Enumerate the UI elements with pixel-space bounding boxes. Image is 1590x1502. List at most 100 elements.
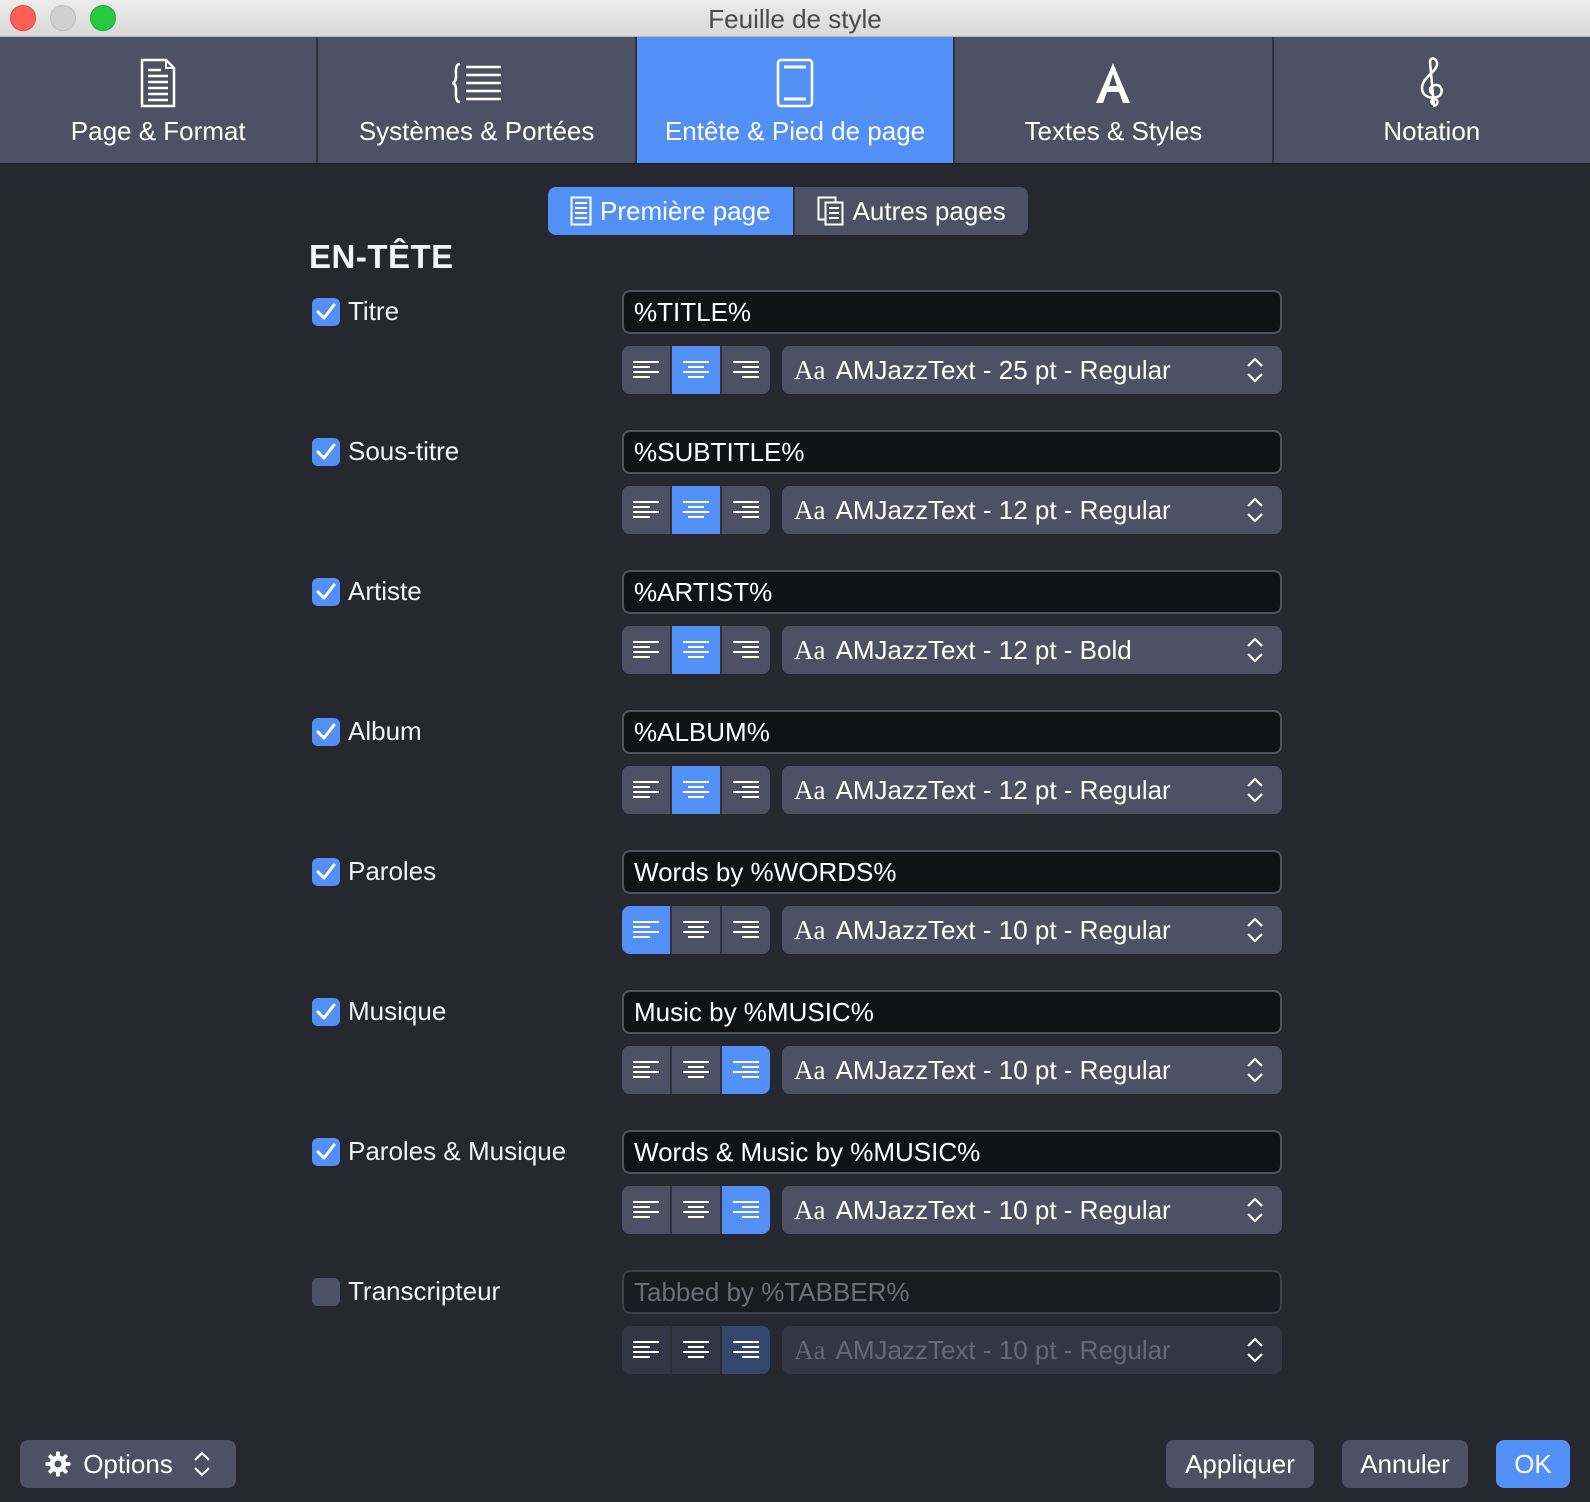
other-pages-label: Autres pages	[852, 195, 1006, 226]
align-left-icon	[633, 501, 659, 518]
checkmark-icon	[316, 723, 336, 740]
row-checkbox[interactable]	[312, 858, 340, 886]
page-selector: Première page Autres pages	[548, 187, 1028, 235]
align-left-button[interactable]	[622, 486, 670, 534]
updown-chevron-icon	[1247, 1197, 1263, 1223]
cancel-button[interactable]: Annuler	[1342, 1440, 1468, 1488]
row-checkbox[interactable]	[312, 298, 340, 326]
font-name: AMJazzText - 25 pt - Regular	[835, 354, 1171, 385]
ok-button[interactable]: OK	[1496, 1440, 1570, 1488]
row-label: Transcripteur	[348, 1276, 501, 1306]
align-right-button[interactable]	[720, 766, 770, 814]
apply-button[interactable]: Appliquer	[1166, 1440, 1314, 1488]
row-text-field[interactable]: %SUBTITLE%	[622, 430, 1282, 474]
align-left-icon	[633, 361, 659, 378]
align-right-button[interactable]	[720, 626, 770, 674]
align-center-button[interactable]	[670, 906, 720, 954]
align-center-button[interactable]	[670, 1046, 720, 1094]
updown-chevron-icon	[194, 1451, 210, 1477]
font-style-select[interactable]: Aa AMJazzText - 10 pt - Regular	[782, 1186, 1282, 1234]
tab-label: Entête & Pied de page	[664, 116, 926, 146]
tab-textes-styles[interactable]: Textes & Styles	[955, 37, 1274, 163]
updown-chevron-icon	[1247, 1057, 1263, 1083]
row-text-field[interactable]: %ARTIST%	[622, 570, 1282, 614]
font-style-select[interactable]: Aa AMJazzText - 12 pt - Bold	[782, 626, 1282, 674]
options-menu-button[interactable]: Options	[20, 1440, 236, 1488]
align-center-button[interactable]	[670, 486, 720, 534]
header-footer-icon	[637, 57, 953, 109]
row-text-field[interactable]: %ALBUM%	[622, 710, 1282, 754]
font-aa-label: Aa	[794, 634, 826, 665]
align-left-icon	[633, 641, 659, 658]
alignment-selector	[622, 486, 770, 534]
row-checkbox[interactable]	[312, 1138, 340, 1166]
align-left-button[interactable]	[622, 766, 670, 814]
align-right-icon	[733, 641, 759, 658]
align-left-icon	[633, 781, 659, 798]
font-style-select[interactable]: Aa AMJazzText - 10 pt - Regular	[782, 1046, 1282, 1094]
font-name: AMJazzText - 12 pt - Regular	[835, 774, 1171, 805]
font-style-select[interactable]: Aa AMJazzText - 12 pt - Regular	[782, 766, 1282, 814]
align-right-button[interactable]	[720, 1326, 770, 1374]
settings-tab-bar: Page & Format Systèmes & Portées Entête …	[0, 37, 1590, 164]
font-style-select[interactable]: Aa AMJazzText - 12 pt - Regular	[782, 486, 1282, 534]
gear-icon	[45, 1451, 71, 1477]
align-center-button[interactable]	[670, 766, 720, 814]
list-brace-icon	[318, 57, 634, 109]
font-aa-label: Aa	[794, 354, 826, 385]
alignment-selector	[622, 1046, 770, 1094]
first-page-button[interactable]: Première page	[548, 187, 793, 235]
align-center-icon	[683, 641, 709, 658]
row-text-field[interactable]: Music by %MUSIC%	[622, 990, 1282, 1034]
tab-entete-pied-de-page[interactable]: Entête & Pied de page	[636, 37, 956, 163]
header-row: Paroles Words by %WORDS% Aa AMJazzText -…	[0, 850, 1590, 976]
align-center-icon	[683, 1061, 709, 1078]
row-text-field[interactable]: Tabbed by %TABBER%	[622, 1270, 1282, 1314]
align-center-button[interactable]	[670, 1186, 720, 1234]
align-right-icon	[733, 1341, 759, 1358]
tab-systemes-portees[interactable]: Systèmes & Portées	[318, 37, 637, 163]
align-center-button[interactable]	[670, 626, 720, 674]
font-style-select[interactable]: Aa AMJazzText - 10 pt - Regular	[782, 906, 1282, 954]
align-left-button[interactable]	[622, 906, 670, 954]
align-right-button[interactable]	[720, 346, 770, 394]
row-checkbox[interactable]	[312, 718, 340, 746]
row-label: Musique	[348, 996, 447, 1026]
align-right-button[interactable]	[720, 1186, 770, 1234]
align-left-button[interactable]	[622, 1326, 670, 1374]
other-pages-button[interactable]: Autres pages	[792, 187, 1028, 235]
align-left-icon	[633, 921, 659, 938]
row-text-field[interactable]: Words by %WORDS%	[622, 850, 1282, 894]
align-left-icon	[633, 1061, 659, 1078]
align-left-button[interactable]	[622, 1186, 670, 1234]
font-aa-label: Aa	[794, 1054, 826, 1085]
title-bar: Feuille de style	[0, 0, 1590, 37]
align-left-button[interactable]	[622, 346, 670, 394]
align-right-button[interactable]	[720, 906, 770, 954]
row-text-field[interactable]: Words & Music by %MUSIC%	[622, 1130, 1282, 1174]
align-right-icon	[733, 361, 759, 378]
font-style-select[interactable]: Aa AMJazzText - 25 pt - Regular	[782, 346, 1282, 394]
row-checkbox[interactable]	[312, 578, 340, 606]
align-center-button[interactable]	[670, 346, 720, 394]
align-right-button[interactable]	[720, 1046, 770, 1094]
row-label: Paroles & Musique	[348, 1136, 567, 1166]
align-right-icon	[733, 501, 759, 518]
align-left-button[interactable]	[622, 1046, 670, 1094]
alignment-selector	[622, 626, 770, 674]
align-center-icon	[683, 361, 709, 378]
font-aa-label: Aa	[794, 1334, 826, 1365]
font-name: AMJazzText - 10 pt - Regular	[835, 914, 1171, 945]
row-checkbox[interactable]	[312, 998, 340, 1026]
row-text-field[interactable]: %TITLE%	[622, 290, 1282, 334]
tab-page-format[interactable]: Page & Format	[0, 37, 319, 163]
font-style-select[interactable]: Aa AMJazzText - 10 pt - Regular	[782, 1326, 1282, 1374]
align-left-icon	[633, 1201, 659, 1218]
align-right-button[interactable]	[720, 486, 770, 534]
row-checkbox[interactable]	[312, 1278, 340, 1306]
alignment-selector	[622, 906, 770, 954]
align-left-button[interactable]	[622, 626, 670, 674]
tab-notation[interactable]: Notation	[1274, 37, 1590, 163]
row-checkbox[interactable]	[312, 438, 340, 466]
align-center-button[interactable]	[670, 1326, 720, 1374]
